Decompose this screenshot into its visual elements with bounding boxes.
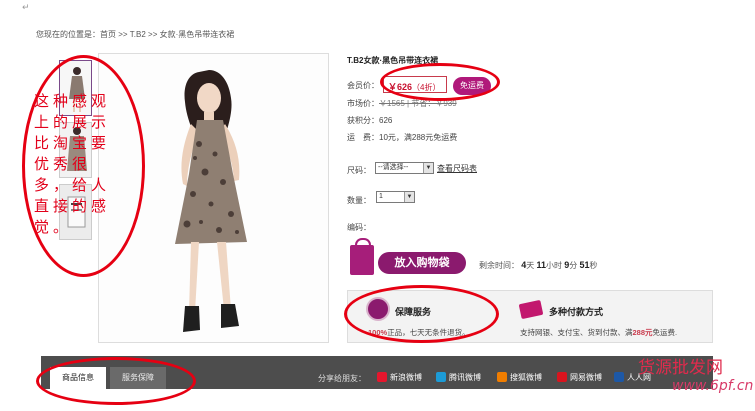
countdown-hours: 11 <box>536 260 546 270</box>
share-sina-label: 新浪微博 <box>390 373 422 382</box>
chevron-down-icon: ▼ <box>423 163 433 173</box>
countdown-label: 剩余时间： <box>479 261 519 270</box>
sku-label: 编码： <box>347 223 371 232</box>
sohu-weibo-icon <box>497 372 507 382</box>
annotation-circle-thumbnails <box>22 55 145 277</box>
quantity-select-value: 1 <box>379 193 383 200</box>
payment-desc: 支持网银、支付宝、货到付款、满288元免运费. <box>520 327 677 338</box>
countdown-seconds: 51 <box>579 260 590 270</box>
share-sina-weibo[interactable]: 新浪微博 <box>377 372 422 383</box>
annotation-circle-price <box>380 63 500 101</box>
points-value: 626 <box>379 116 393 125</box>
shipping-row: 运 费：10元，满288元免运费 <box>347 132 457 143</box>
share-tencent-weibo[interactable]: 腾讯微博 <box>436 372 481 383</box>
payment-tail: 免运费. <box>652 328 678 337</box>
shipping-label: 运 费： <box>347 133 379 142</box>
countdown-minutes-unit: 分 <box>569 261 578 270</box>
quantity-select[interactable]: 1 ▼ <box>376 191 415 203</box>
site-watermark: 货源批发网 <box>638 358 723 378</box>
share-netease-label: 网易微博 <box>570 373 602 382</box>
countdown-days-unit: 天 <box>526 261 535 270</box>
shipping-value: 10元，满288元免运费 <box>379 133 458 142</box>
size-select-value: --请选择-- <box>378 164 409 171</box>
breadcrumb[interactable]: 您现在的位置是：首页 >> T.B2 >> 女款·黑色吊带连衣裙 <box>36 29 234 40</box>
share-netease-weibo[interactable]: 网易微博 <box>557 372 602 383</box>
share-tencent-label: 腾讯微博 <box>449 373 481 382</box>
size-label: 尺码： <box>347 166 371 175</box>
shopping-bag-icon <box>350 238 374 275</box>
share-sohu-weibo[interactable]: 搜狐微博 <box>497 372 542 383</box>
quantity-label: 数量： <box>347 196 371 205</box>
size-select[interactable]: --请选择-- ▼ <box>375 162 434 174</box>
tencent-weibo-icon <box>436 372 446 382</box>
netease-weibo-icon <box>557 372 567 382</box>
payment-title: 多种付款方式 <box>549 307 604 317</box>
renren-icon <box>614 372 624 382</box>
share-sohu-label: 搜狐微博 <box>510 373 542 382</box>
annotation-circle-tabs <box>36 357 196 405</box>
points-label: 获积分： <box>347 116 379 125</box>
annotation-circle-guarantee <box>344 285 499 343</box>
size-chart-link[interactable]: 查看尺码表 <box>437 163 477 174</box>
payment-highlight: 288元 <box>632 328 653 337</box>
points-row: 获积分：626 <box>347 115 392 126</box>
share-label: 分享给朋友： <box>318 374 366 383</box>
add-to-cart-button[interactable]: 放入购物袋 <box>378 252 466 274</box>
member-price-label: 会员价： <box>347 81 379 90</box>
payment-text: 支持网银、支付宝、货到付款、满 <box>520 328 633 337</box>
countdown-seconds-unit: 秒 <box>589 261 598 270</box>
chevron-down-icon: ▼ <box>404 192 414 202</box>
countdown-hours-unit: 小时 <box>546 261 562 270</box>
weibo-icon <box>377 372 387 382</box>
paragraph-mark-icon: ↵ <box>22 2 30 12</box>
site-watermark-url: www.6pf.cn <box>672 378 754 394</box>
market-price-label: 市场价： <box>347 99 379 108</box>
countdown: 剩余时间： 4天 11小时 9分 51秒 <box>479 260 598 271</box>
